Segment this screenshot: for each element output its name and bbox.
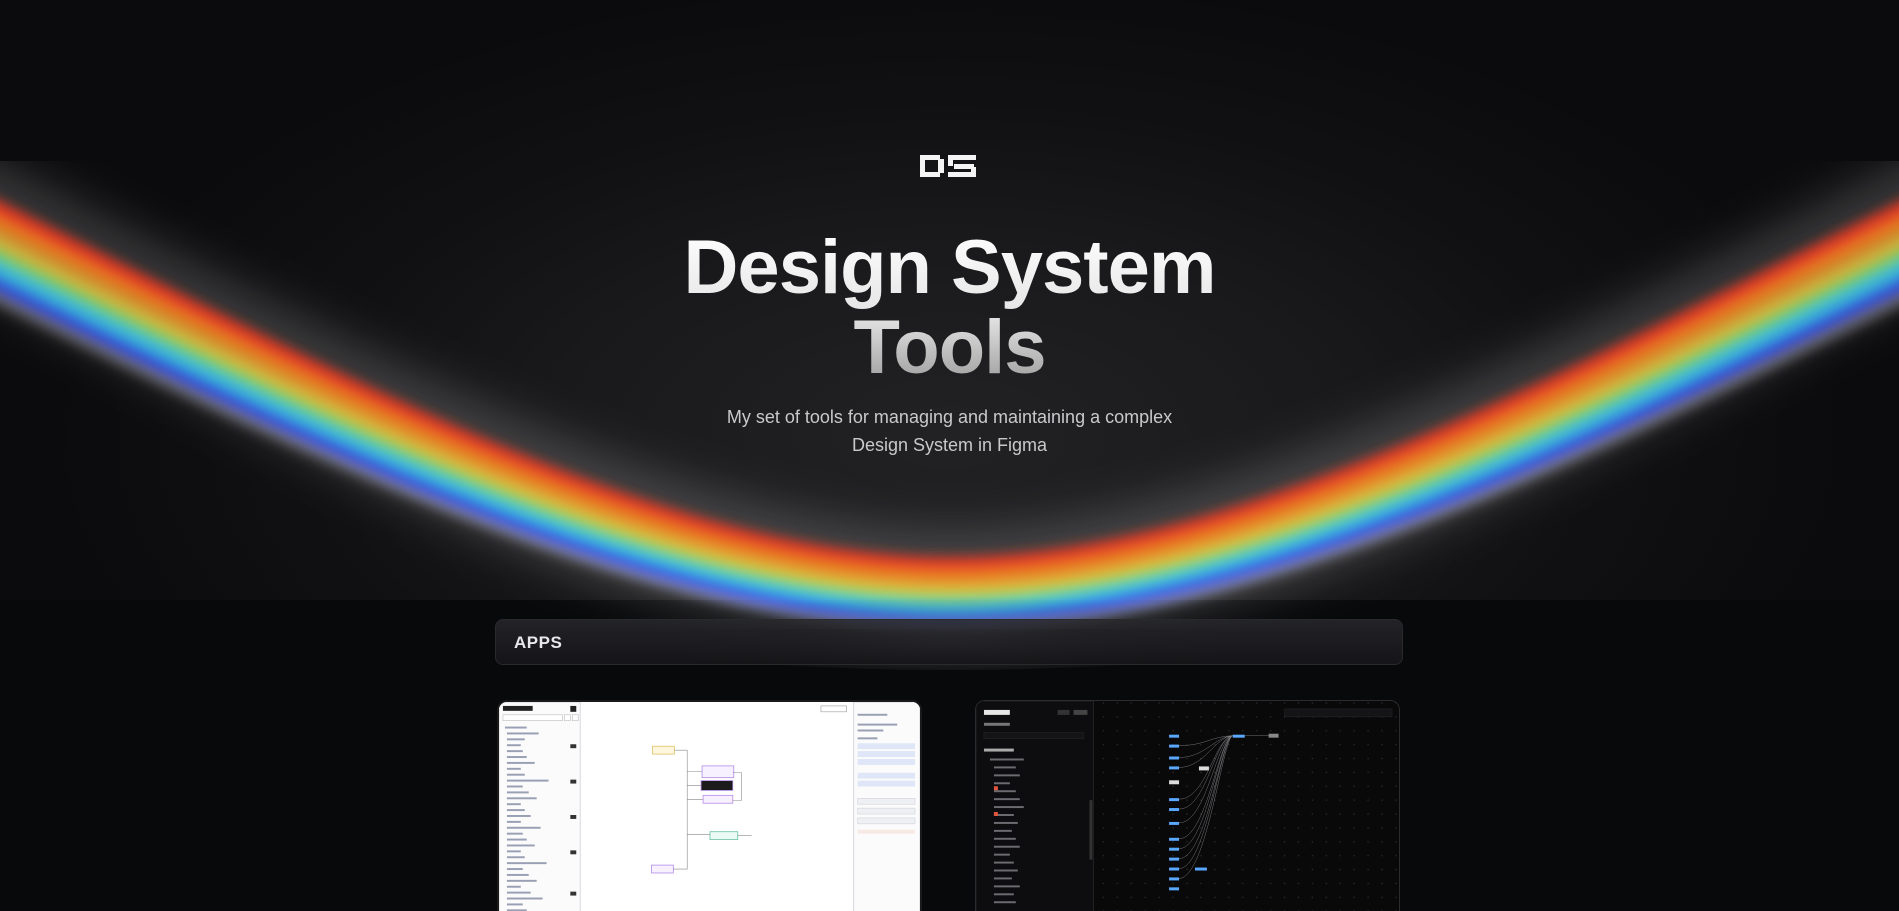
apps-section-header: APPS — [495, 619, 1403, 665]
app-screenshot-light — [499, 702, 920, 911]
page-title: Design System Tools — [0, 228, 1899, 388]
app-card-2[interactable] — [975, 700, 1400, 911]
page-subtitle: My set of tools for managing and maintai… — [0, 403, 1899, 459]
page-subtitle-line-2: Design System in Figma — [851, 435, 1048, 455]
app-card-1[interactable] — [497, 700, 922, 911]
page-subtitle-line-1: My set of tools for managing and maintai… — [726, 407, 1173, 427]
apps-section-label: APPS — [514, 633, 563, 652]
page-title-line-1: Design System — [683, 225, 1216, 310]
page-title-line-2: Tools — [853, 305, 1046, 390]
app-screenshot-dark — [976, 701, 1399, 911]
ds-logo-icon[interactable] — [918, 152, 980, 180]
landing-page: Design System Tools My set of tools for … — [0, 0, 1899, 911]
